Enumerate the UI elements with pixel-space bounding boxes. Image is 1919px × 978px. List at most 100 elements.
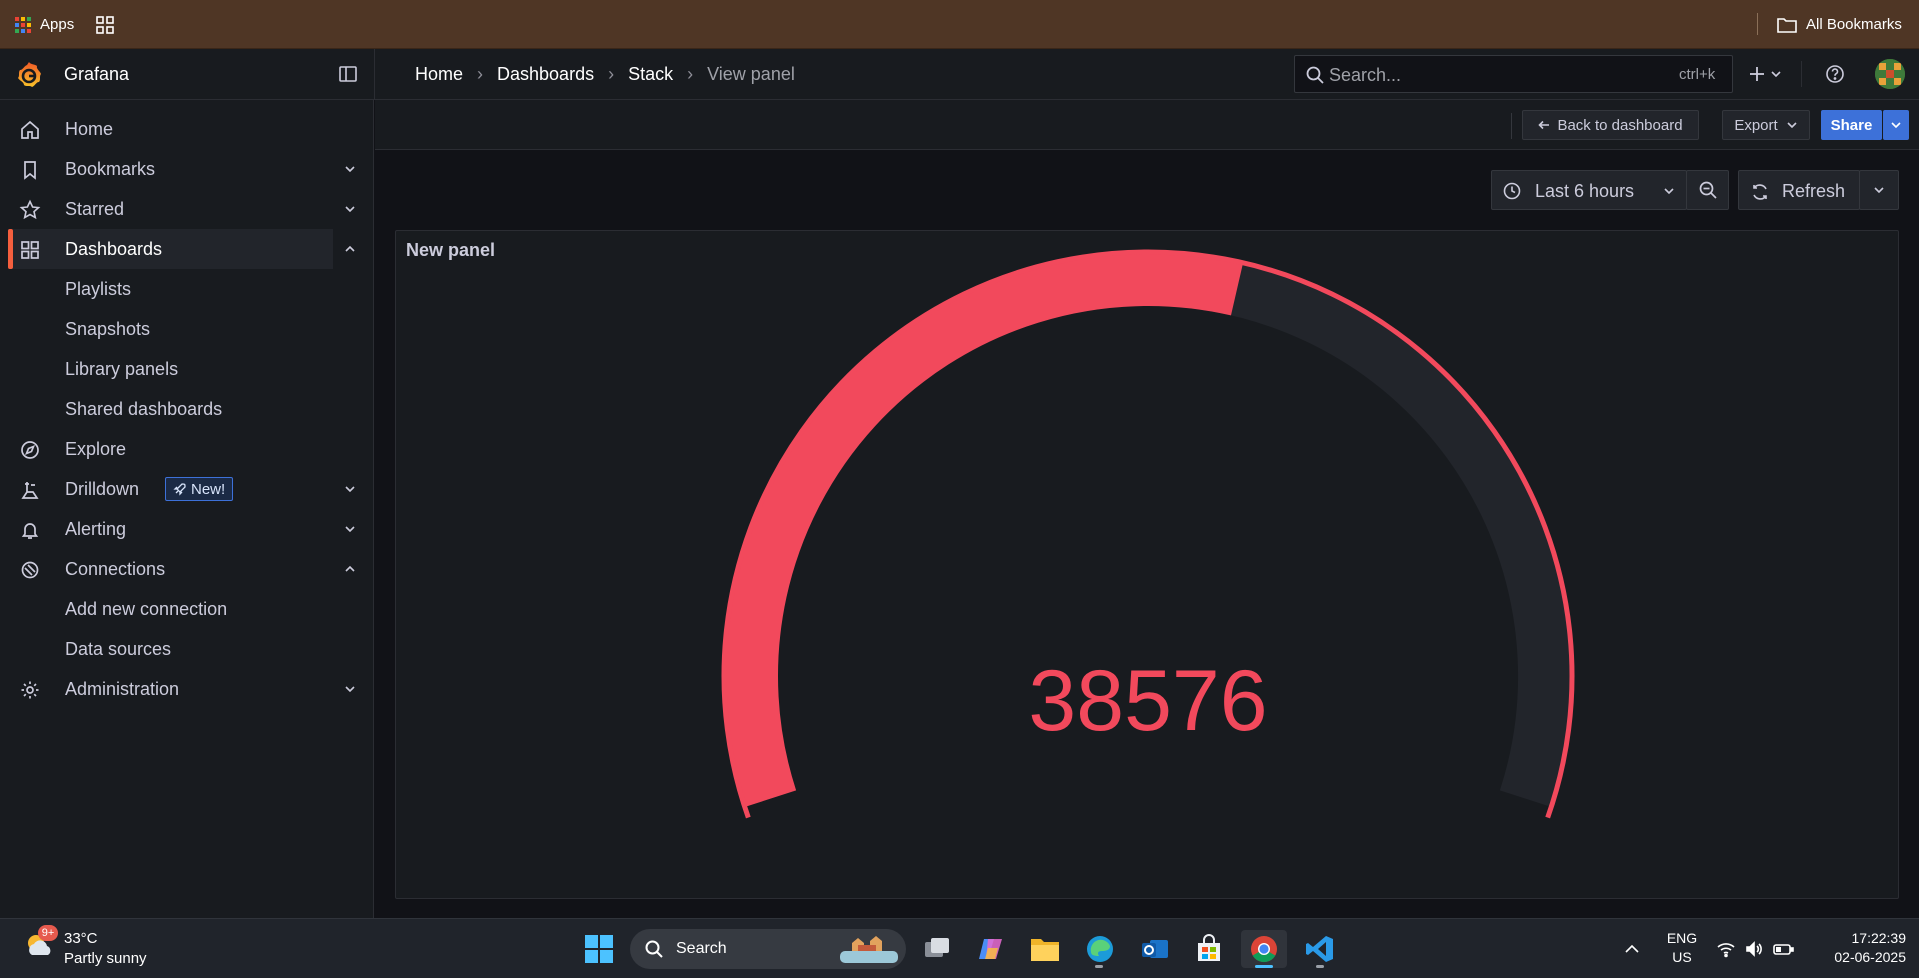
breadcrumb-stack[interactable]: Stack [628, 64, 673, 85]
breadcrumb-separator-icon: › [477, 64, 484, 84]
sidebar-item-label: Connections [65, 558, 166, 579]
taskbar-search[interactable]: Search [630, 929, 906, 969]
export-button[interactable]: Export [1722, 110, 1810, 140]
star-icon [19, 199, 41, 220]
system-tray[interactable] [1716, 939, 1794, 959]
chevron-down-icon[interactable] [343, 162, 357, 176]
sidebar-item-drilldown[interactable]: Drilldown New! [0, 469, 374, 509]
copilot-button[interactable] [972, 930, 1010, 968]
zoom-out-button[interactable] [1686, 170, 1729, 210]
start-button[interactable] [580, 930, 618, 968]
chevron-up-icon[interactable] [343, 242, 357, 256]
panel-view: Last 6 hours Refresh New panel 38576 [375, 150, 1919, 918]
back-to-dashboard-button[interactable]: Back to dashboard [1522, 110, 1699, 140]
refresh-interval-dropdown[interactable] [1859, 170, 1899, 210]
apps-shortcut[interactable]: Apps [14, 0, 74, 49]
store-button[interactable] [1190, 930, 1228, 968]
sidebar-subitem-label: Playlists [65, 278, 132, 299]
sidebar-subitem-library-panels[interactable]: Library panels [0, 349, 374, 389]
chevron-up-icon [1625, 944, 1639, 953]
chevron-down-icon[interactable] [343, 522, 357, 536]
breadcrumb-home[interactable]: Home [415, 64, 463, 85]
home-icon [21, 120, 39, 139]
search-input[interactable]: Search... ctrl+k [1294, 55, 1733, 93]
copilot-icon [979, 939, 1002, 959]
clock-icon [1503, 182, 1521, 200]
tab-groups-button[interactable] [95, 0, 115, 49]
chevron-up-icon[interactable] [343, 562, 357, 576]
compass-icon [21, 441, 39, 459]
chevron-down-icon[interactable] [343, 202, 357, 216]
share-label: Share [1830, 116, 1873, 134]
gauge-panel[interactable]: New panel 38576 [395, 230, 1899, 899]
chevron-down-icon[interactable] [343, 682, 357, 696]
grafana-logo-icon[interactable] [14, 60, 44, 90]
sidebar-item-dashboards[interactable]: Dashboards [8, 229, 333, 269]
help-button[interactable] [1824, 63, 1846, 85]
chevron-down-icon[interactable] [343, 482, 357, 496]
chevron-down-icon [1891, 122, 1901, 129]
breadcrumb-current: View panel [707, 64, 795, 84]
user-avatar[interactable] [1875, 59, 1905, 89]
search-shortcut: ctrl+k [1679, 66, 1716, 83]
task-view-button[interactable] [918, 930, 956, 968]
edge-button[interactable] [1081, 930, 1119, 968]
connections-icon [21, 561, 39, 579]
folder-icon [1776, 16, 1798, 34]
sidebar-subitem-label: Add new connection [65, 598, 228, 619]
language-indicator[interactable]: ENG US [1664, 930, 1700, 965]
sidebar-item-alerting[interactable]: Alerting [0, 509, 374, 549]
sidebar-subitem-shared-dashboards[interactable]: Shared dashboards [0, 389, 374, 429]
sidebar-item-explore[interactable]: Explore [0, 429, 374, 469]
sidebar-item-starred[interactable]: Starred [0, 189, 374, 229]
vscode-button[interactable] [1301, 930, 1339, 968]
taskbar-search-label: Search [676, 940, 727, 957]
outlook-button[interactable] [1136, 930, 1174, 968]
zoom-out-icon [1699, 181, 1717, 199]
new-button[interactable] [1748, 62, 1788, 86]
topbar-separator [1801, 61, 1802, 87]
show-hidden-icons-button[interactable] [1622, 939, 1642, 959]
sidebar-subitem-snapshots[interactable]: Snapshots [0, 309, 374, 349]
refresh-icon [1753, 184, 1767, 200]
sidebar-subitem-label: Library panels [65, 358, 179, 379]
sidebar-item-label: Explore [65, 438, 127, 459]
dock-menu-button[interactable] [338, 64, 358, 84]
new-badge-label: New! [191, 480, 226, 498]
clock[interactable]: 17:22:39 02-06-2025 [1810, 930, 1906, 965]
all-bookmarks-button[interactable]: All Bookmarks [1776, 0, 1902, 49]
export-label: Export [1734, 116, 1778, 134]
apps-label: Apps [40, 16, 75, 33]
sidebar-item-label: Bookmarks [65, 158, 156, 179]
brand-name: Grafana [64, 64, 130, 84]
sidebar-subitem-data-sources[interactable]: Data sources [0, 629, 374, 669]
file-explorer-button[interactable] [1026, 930, 1064, 968]
language-bottom: US [1672, 949, 1692, 965]
sidebar-subitem-playlists[interactable]: Playlists [0, 269, 374, 309]
time-range-picker[interactable]: Last 6 hours [1491, 170, 1687, 210]
sidebar-item-home[interactable]: Home [0, 109, 374, 149]
windows-taskbar: 9+ 33°C Partly sunny Search ENG US 17:22… [0, 918, 1919, 978]
chrome-button[interactable] [1241, 930, 1287, 968]
weather-widget[interactable]: 9+ [22, 925, 58, 963]
search-placeholder: Search... [1329, 65, 1402, 85]
folder-icon [1031, 939, 1059, 961]
sidebar-item-connections[interactable]: Connections [0, 549, 374, 589]
help-icon [1826, 65, 1844, 83]
sidebar-item-administration[interactable]: Administration [0, 669, 374, 709]
grid-icon [95, 15, 115, 35]
sidebar-item-bookmarks[interactable]: Bookmarks [0, 149, 374, 189]
refresh-button[interactable]: Refresh [1738, 170, 1860, 210]
rocket-icon [173, 483, 186, 496]
volume-icon [1746, 941, 1762, 957]
avatar-pattern-icon [1875, 59, 1905, 89]
share-button[interactable]: Share [1821, 110, 1882, 140]
all-bookmarks-label: All Bookmarks [1806, 16, 1902, 33]
language-top: ENG [1666, 930, 1698, 946]
browser-bookmarks-bar: Apps All Bookmarks [0, 0, 1919, 49]
breadcrumb-dashboards[interactable]: Dashboards [497, 64, 594, 85]
breadcrumb-separator-icon: › [687, 64, 694, 84]
sidebar-subitem-add-new-connection[interactable]: Add new connection [0, 589, 374, 629]
topbar-divider [374, 49, 375, 100]
share-dropdown-button[interactable] [1883, 110, 1909, 140]
